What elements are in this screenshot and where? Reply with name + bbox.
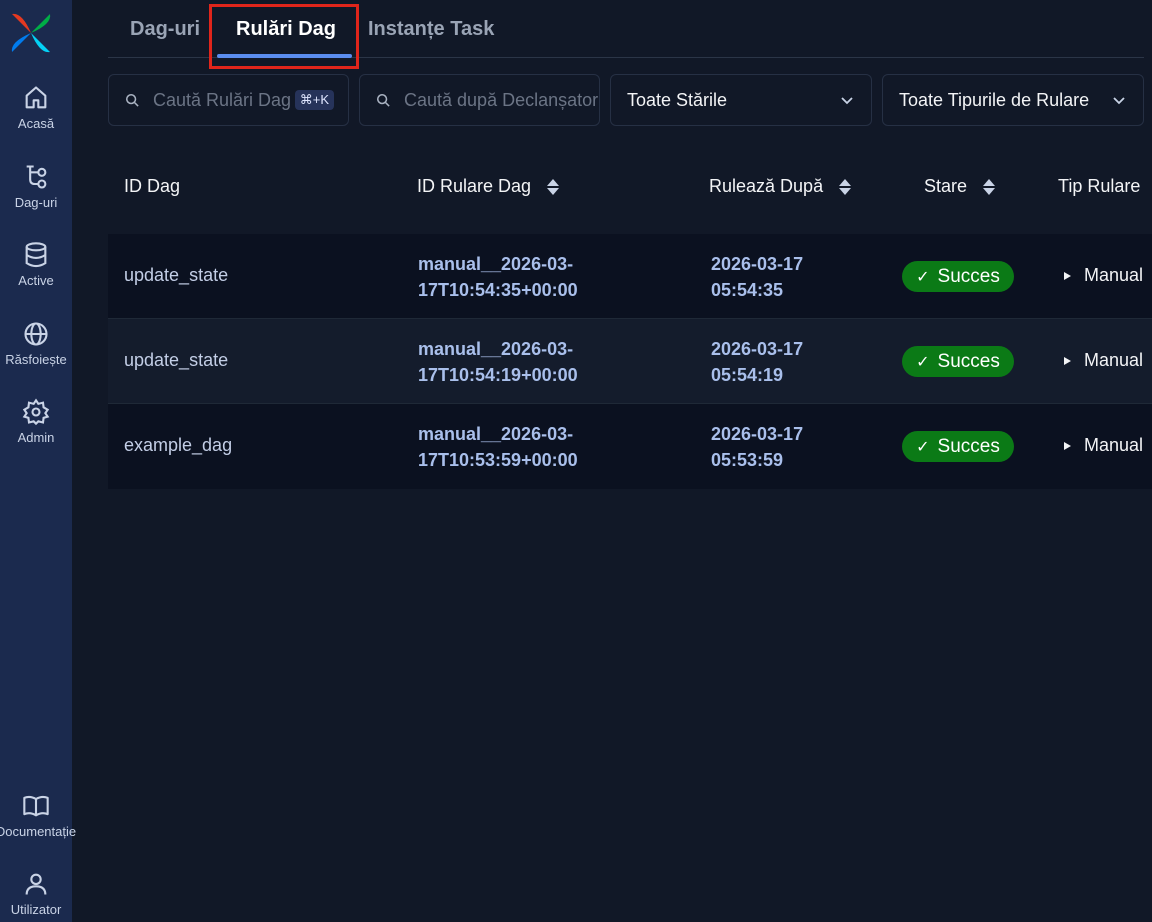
column-header-dag-id[interactable]: ID Dag xyxy=(124,176,180,197)
play-icon xyxy=(1064,441,1071,450)
table-row[interactable]: update_state manual__2026-03- 17T10:54:3… xyxy=(108,234,1152,319)
table-row[interactable]: example_dag manual__2026-03- 17T10:53:59… xyxy=(108,404,1152,489)
run-id-cell[interactable]: manual__2026-03- 17T10:54:19+00:00 xyxy=(418,336,578,388)
check-icon: ✓ xyxy=(916,353,930,371)
sort-icon[interactable] xyxy=(545,178,561,196)
column-header-run-id[interactable]: ID Rulare Dag xyxy=(417,176,561,197)
sidebar-item-admin[interactable]: Admin xyxy=(0,398,72,462)
run-after-date: 2026-03-17 xyxy=(711,254,804,274)
run-type-select[interactable]: Toate Tipurile de Rulare xyxy=(882,74,1144,126)
sidebar-item-user[interactable]: Utilizator xyxy=(0,870,72,922)
run-after-cell: 2026-03-17 05:54:35 xyxy=(711,251,803,303)
sidebar-item-label: Răsfoiește xyxy=(5,352,67,367)
column-header-run-type[interactable]: Tip Rulare xyxy=(1058,176,1140,197)
tab-task-instances[interactable]: Instanțe Task xyxy=(368,18,494,41)
sidebar-item-browse[interactable]: Răsfoiește xyxy=(0,320,72,384)
run-type-cell: Manual xyxy=(1062,350,1143,371)
column-header-label: ID Dag xyxy=(124,176,181,196)
state-select[interactable]: Toate Stările xyxy=(610,74,872,126)
search-dag-runs-box: ⌘+K xyxy=(108,74,349,126)
dag-id-cell[interactable]: example_dag xyxy=(124,435,232,456)
run-type-label: Manual xyxy=(1084,265,1144,285)
search-trigger-input[interactable] xyxy=(404,89,599,111)
status-label: Succes xyxy=(937,265,1000,287)
status-label: Succes xyxy=(937,435,1000,457)
chevron-down-icon xyxy=(1113,97,1125,105)
run-after-date: 2026-03-17 xyxy=(711,339,804,359)
globe-icon xyxy=(24,322,48,346)
sidebar-item-label: Active xyxy=(18,273,54,288)
active-tab-indicator xyxy=(217,54,352,58)
database-icon xyxy=(25,242,47,268)
run-id-cell[interactable]: manual__2026-03- 17T10:53:59+00:00 xyxy=(418,421,578,473)
gear-icon xyxy=(22,398,50,426)
sidebar-item-label: Utilizator xyxy=(10,902,62,917)
status-badge: ✓ Succes xyxy=(902,346,1014,377)
sidebar-item-docs[interactable]: Documentație xyxy=(0,792,76,856)
check-icon: ✓ xyxy=(916,268,930,286)
run-type-label: Manual xyxy=(1084,350,1144,370)
column-header-run-after[interactable]: Rulează După xyxy=(709,176,853,197)
sidebar-item-home[interactable]: Acasă xyxy=(0,84,72,148)
run-type-select-value: Toate Tipurile de Rulare xyxy=(899,89,1090,110)
play-icon xyxy=(1064,271,1071,280)
sidebar-item-label: Admin xyxy=(17,430,55,445)
run-after-cell: 2026-03-17 05:54:19 xyxy=(711,336,803,388)
search-trigger-box xyxy=(359,74,600,126)
run-type-cell: Manual xyxy=(1062,435,1143,456)
sidebar-item-dags[interactable]: Dag-uri xyxy=(0,163,72,227)
tab-dags[interactable]: Dag-uri xyxy=(130,18,200,41)
sidebar-item-label: Acasă xyxy=(17,116,55,131)
user-icon xyxy=(25,873,47,895)
run-after-time: 05:54:35 xyxy=(711,280,784,300)
state-select-value: Toate Stările xyxy=(627,89,728,110)
book-icon xyxy=(23,795,49,817)
check-icon: ✓ xyxy=(916,438,930,456)
run-after-date: 2026-03-17 xyxy=(711,424,804,444)
table-row[interactable]: update_state manual__2026-03- 17T10:54:1… xyxy=(108,319,1152,404)
column-header-label: ID Rulare Dag xyxy=(417,176,532,196)
status-label: Succes xyxy=(937,350,1000,372)
column-header-label: Rulează După xyxy=(709,176,824,196)
airflow-logo-icon[interactable] xyxy=(8,10,54,56)
sidebar-item-label: Dag-uri xyxy=(14,195,58,210)
run-type-label: Manual xyxy=(1084,435,1144,455)
run-id-line: manual__2026-03- xyxy=(418,424,574,444)
sort-icon[interactable] xyxy=(837,178,853,196)
dag-icon xyxy=(26,165,47,189)
sort-icon[interactable] xyxy=(981,178,997,196)
run-after-cell: 2026-03-17 05:53:59 xyxy=(711,421,803,473)
search-icon xyxy=(125,93,139,107)
chevron-down-icon xyxy=(841,97,853,105)
run-id-line: 17T10:53:59+00:00 xyxy=(418,450,578,470)
search-icon xyxy=(376,93,390,107)
run-id-line: 17T10:54:19+00:00 xyxy=(418,365,578,385)
column-header-label: Stare xyxy=(924,176,968,196)
play-icon xyxy=(1064,356,1071,365)
run-id-line: 17T10:54:35+00:00 xyxy=(418,280,578,300)
run-after-time: 05:54:19 xyxy=(711,365,784,385)
column-header-label: Tip Rulare xyxy=(1058,176,1141,196)
sidebar-item-assets[interactable]: Active xyxy=(0,241,72,305)
shortcut-badge: ⌘+K xyxy=(294,90,334,110)
run-type-cell: Manual xyxy=(1062,265,1143,286)
dag-id-cell[interactable]: update_state xyxy=(124,350,228,371)
status-badge: ✓ Succes xyxy=(902,261,1014,292)
status-badge: ✓ Succes xyxy=(902,431,1014,462)
run-id-cell[interactable]: manual__2026-03- 17T10:54:35+00:00 xyxy=(418,251,578,303)
sidebar: Acasă Dag-uri Active Răsfoiește Admin Do… xyxy=(0,0,76,922)
dag-id-cell[interactable]: update_state xyxy=(124,265,228,286)
column-header-state[interactable]: Stare xyxy=(924,176,997,197)
run-id-line: manual__2026-03- xyxy=(418,339,574,359)
home-icon xyxy=(25,86,47,109)
sidebar-item-label: Documentație xyxy=(0,824,77,839)
run-id-line: manual__2026-03- xyxy=(418,254,574,274)
search-dag-runs-input[interactable] xyxy=(153,89,295,111)
run-after-time: 05:53:59 xyxy=(711,450,784,470)
tab-dag-runs[interactable]: Rulări Dag xyxy=(236,18,336,41)
